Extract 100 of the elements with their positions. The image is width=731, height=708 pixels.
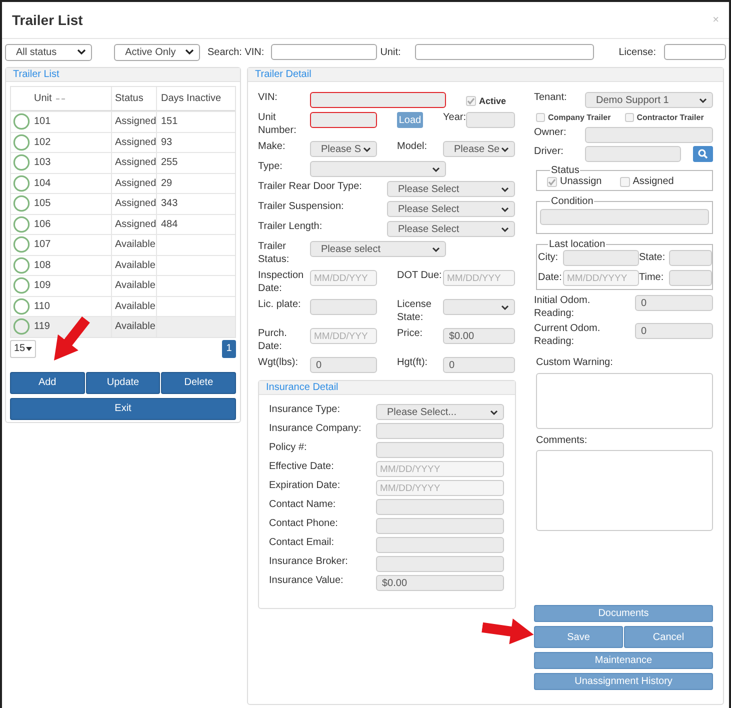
field-label: Time: [639, 272, 665, 284]
input-field[interactable]: 0 [310, 357, 377, 373]
field-label: Hgt(ft): [397, 357, 429, 370]
checkbox[interactable] [620, 176, 630, 186]
table-row[interactable]: 110 Available [11, 296, 235, 316]
checkbox-label: Active [479, 96, 506, 106]
field-label: Trailer Status: [258, 241, 290, 266]
field-label: Driver: [534, 146, 564, 158]
table-row[interactable]: 103 Assigned 255 [11, 152, 235, 172]
date-field[interactable]: MM/DD/YYYY [376, 480, 504, 496]
table-row[interactable]: 102 Assigned 93 [11, 132, 235, 152]
field-label: Lic. plate: [258, 299, 302, 312]
select-field[interactable]: Please Select... [376, 404, 504, 420]
chevron-down-icon [501, 186, 509, 192]
date-field[interactable]: MM/DD/YYYY [376, 461, 504, 477]
circle-icon [12, 318, 30, 336]
exit-button[interactable]: Exit [10, 398, 236, 420]
checkbox[interactable] [536, 113, 545, 122]
checkbox[interactable] [547, 176, 557, 186]
table-row[interactable]: 109 Available [11, 275, 235, 296]
chevron-down-icon [501, 146, 509, 152]
select-field[interactable] [310, 161, 446, 177]
input-field[interactable]: 0 [635, 323, 713, 339]
checkbox-label: Contractor Trailer [636, 113, 704, 122]
chevron-down-icon [501, 226, 509, 232]
date-field[interactable]: MM/DD/YYY [310, 328, 377, 344]
select-field[interactable]: Please select [310, 241, 446, 257]
page-button[interactable]: 1 [222, 340, 236, 358]
window-title: Trailer List [12, 12, 83, 28]
table-row[interactable]: 105 Assigned 343 [11, 193, 235, 214]
table-cell-text: 107 [33, 238, 52, 252]
date-field[interactable]: MM/DD/YYY [310, 270, 377, 286]
action-button[interactable]: Update [86, 372, 160, 394]
select-field[interactable]: Please Select [387, 201, 515, 217]
input-field[interactable]: $0.00 [376, 575, 504, 591]
table-row[interactable]: 108 Available [11, 254, 235, 275]
table-cell-text: 106 [33, 218, 52, 232]
field-label: Current Odom. Reading: [534, 323, 602, 348]
table-cell-text: 102 [33, 136, 52, 150]
checkbox[interactable] [466, 96, 476, 106]
input-field[interactable]: 0 [443, 357, 515, 373]
table-cell-text: 108 [33, 258, 52, 273]
page-size-dropdown[interactable]: 15 [10, 340, 36, 358]
search-icon [698, 149, 708, 159]
table-row[interactable]: 101 Assigned 151 [11, 111, 235, 132]
circle-icon [12, 298, 30, 315]
checkbox[interactable] [624, 113, 634, 122]
input-field[interactable] [310, 112, 377, 128]
input-field[interactable] [310, 92, 446, 108]
table-row[interactable]: 119 Available [11, 316, 235, 336]
circle-icon [12, 174, 30, 192]
caret-icon [26, 346, 32, 350]
select-field[interactable]: Please Se [443, 141, 515, 157]
table-row[interactable]: 106 Assigned 484 [11, 214, 235, 234]
vin-search-field[interactable] [271, 44, 378, 60]
field-label: City: [538, 252, 559, 264]
chevron-down-icon [432, 246, 440, 252]
field-label: Trailer Length: [258, 221, 324, 234]
license-search-field[interactable] [664, 44, 726, 60]
circle-icon [12, 236, 30, 254]
search-button[interactable] [693, 146, 713, 162]
input-field[interactable]: 0 [635, 295, 713, 311]
select-field[interactable]: Please S [310, 141, 377, 157]
action-button[interactable]: Add [10, 372, 85, 394]
activity-dropdown[interactable]: Active Only [114, 44, 200, 60]
field-label: Trailer Suspension: [258, 201, 345, 214]
field-label: Model: [397, 141, 428, 154]
chevron-down-icon [185, 49, 194, 55]
field-label: VIN: [258, 92, 278, 104]
select-field[interactable]: Please Select [387, 181, 515, 197]
field-label: DOT Due: [397, 270, 443, 282]
text-area[interactable] [536, 450, 713, 531]
date-field[interactable]: MM/DD/YYYY [563, 270, 639, 286]
table-cell-text: 105 [33, 197, 52, 212]
field-label: Year: [443, 112, 466, 124]
column-header[interactable]: Unit [31, 87, 111, 110]
table-row[interactable]: 107 Available [11, 234, 235, 254]
table-cell-text: 119 [33, 320, 51, 334]
select-field[interactable] [443, 299, 515, 315]
table-row[interactable]: 104 Assigned 29 [11, 172, 235, 193]
chevron-down-icon [77, 49, 86, 55]
panel-title: Trailer List [13, 69, 60, 80]
field-label: Insurance Broker: [269, 556, 349, 569]
date-field[interactable]: MM/DD/YYY [443, 270, 515, 286]
status-dropdown[interactable]: All status [5, 44, 92, 60]
field-label: Type: [258, 161, 284, 174]
select-field[interactable]: Please Select [387, 221, 515, 237]
field-label: Insurance Company: [269, 423, 362, 436]
input-field[interactable]: $0.00 [443, 328, 515, 344]
circle-icon [12, 216, 30, 233]
unit-search-field[interactable] [414, 44, 594, 60]
select-field[interactable]: Demo Support 1 [585, 92, 713, 108]
column-header[interactable]: Days Inactive [156, 87, 235, 110]
circle-icon [12, 154, 30, 172]
checkbox-label: Company Trailer [548, 113, 611, 122]
action-button[interactable]: Delete [161, 372, 236, 394]
column-header[interactable]: Status [111, 87, 156, 110]
text-area[interactable] [536, 372, 713, 428]
field-label: Price: [397, 328, 424, 340]
field-label: Contact Email: [269, 537, 336, 550]
